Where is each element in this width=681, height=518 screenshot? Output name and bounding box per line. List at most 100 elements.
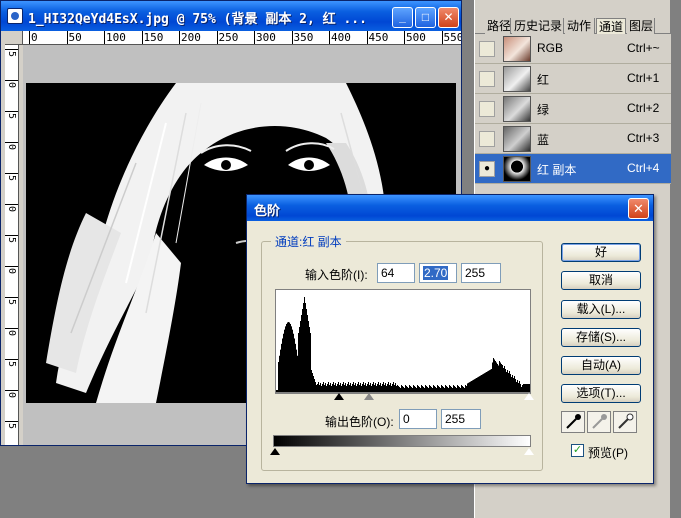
channel-row-green[interactable]: 绿 Ctrl+2	[475, 94, 671, 124]
channel-row-red[interactable]: 红 Ctrl+1	[475, 64, 671, 94]
ruler-label: 500	[406, 31, 426, 44]
histogram-bar	[484, 373, 485, 392]
histogram-bar	[377, 384, 378, 392]
input-black-field[interactable]: 64	[377, 263, 415, 283]
histogram-bar	[348, 382, 349, 392]
tab-channels[interactable]: 通道	[596, 18, 626, 34]
gray-eyedropper-icon[interactable]	[587, 411, 611, 433]
black-eyedropper-icon[interactable]	[561, 411, 585, 433]
histogram-bar	[507, 370, 508, 392]
histogram-bar	[359, 385, 360, 392]
tab-actions[interactable]: 动作	[565, 18, 595, 34]
histogram-bar	[518, 383, 519, 392]
channel-row-rgb[interactable]: RGB Ctrl+~	[475, 34, 671, 64]
tab-history[interactable]: 历史记录	[512, 18, 564, 34]
histogram-bar	[434, 386, 435, 392]
histogram-bar	[500, 362, 501, 392]
close-dialog-button[interactable]: ✕	[628, 198, 649, 219]
histogram-bar	[319, 385, 320, 392]
channel-row-red-copy[interactable]: ● 红 副本 Ctrl+4	[475, 154, 671, 184]
histogram-bar	[332, 384, 333, 392]
histogram-bar	[403, 387, 404, 392]
cancel-button[interactable]: 取消	[561, 271, 641, 290]
white-eyedropper-icon[interactable]	[613, 411, 637, 433]
tab-layers[interactable]: 图层	[627, 18, 655, 34]
histogram-bar	[335, 383, 336, 392]
ruler-label: 5	[6, 299, 17, 306]
histogram-bar	[399, 387, 400, 392]
histogram-bar	[466, 386, 467, 392]
histogram-bar	[476, 378, 477, 392]
horizontal-ruler[interactable]: 0 50 100 150 200 250 300 350 400 450 500 550	[23, 31, 461, 45]
histogram-bar	[281, 343, 282, 392]
histogram-bar	[317, 384, 318, 392]
histogram-bar	[509, 371, 510, 392]
preview-checkbox[interactable]: ✓	[571, 444, 584, 457]
input-gamma-handle[interactable]	[364, 393, 374, 400]
channel-name: 红 副本	[537, 163, 577, 177]
histogram-bar	[302, 309, 303, 392]
document-titlebar[interactable]: 1_HI32QeYd4EsX.jpg @ 75% (背景 副本 2, 红 ...…	[1, 1, 461, 31]
histogram-bar	[310, 333, 311, 392]
eye-icon[interactable]: ●	[479, 161, 495, 177]
histogram-bar	[304, 297, 305, 392]
ruler-origin[interactable]	[5, 31, 23, 45]
ruler-tick	[5, 111, 18, 112]
histogram-bar	[479, 376, 480, 392]
histogram-bar	[508, 373, 509, 392]
histogram-bar	[297, 355, 298, 392]
ruler-label: 400	[331, 31, 351, 44]
histogram-bar	[515, 379, 516, 392]
dialog-titlebar[interactable]: 色阶 ✕	[247, 195, 653, 221]
visibility-toggle[interactable]	[479, 101, 495, 117]
visibility-toggle[interactable]	[479, 71, 495, 87]
ruler-tick	[216, 31, 218, 44]
load-button[interactable]: 载入(L)...	[561, 300, 641, 319]
save-button[interactable]: 存储(S)...	[561, 328, 641, 347]
channel-thumbnail	[503, 156, 531, 182]
input-gamma-field[interactable]: 2.70	[419, 263, 457, 283]
histogram-bar	[283, 333, 284, 392]
ruler-tick	[5, 173, 18, 174]
options-button[interactable]: 选项(T)...	[561, 384, 641, 403]
histogram-bar	[478, 376, 479, 392]
ok-button[interactable]: 好	[561, 243, 641, 262]
close-document-button[interactable]: ✕	[438, 7, 459, 28]
histogram-bar	[371, 386, 372, 392]
histogram-bar	[303, 303, 304, 392]
preview-label[interactable]: 预览(P)	[588, 444, 628, 461]
channel-name: 蓝	[537, 133, 550, 147]
input-white-field[interactable]: 255	[461, 263, 501, 283]
histogram-bar	[477, 377, 478, 392]
histogram-bar	[451, 387, 452, 392]
output-black-field[interactable]: 0	[399, 409, 437, 429]
vertical-ruler[interactable]: 5 0 5 0 5 0 5 0 5 0 5 0 5	[5, 45, 19, 445]
output-white-handle[interactable]	[524, 448, 534, 455]
ruler-tick	[141, 31, 143, 44]
histogram-bar	[296, 349, 297, 392]
histogram-bar	[426, 386, 427, 392]
input-white-handle[interactable]	[524, 393, 534, 400]
minimize-button[interactable]: _	[392, 7, 413, 28]
histogram-bar	[491, 369, 492, 392]
histogram-bar	[406, 386, 407, 392]
input-slider[interactable]	[275, 393, 534, 401]
histogram-bar	[524, 384, 525, 392]
output-black-handle[interactable]	[270, 448, 280, 455]
histogram-bar	[497, 364, 498, 392]
channel-row-blue[interactable]: 蓝 Ctrl+3	[475, 124, 671, 154]
histogram-bar	[309, 327, 310, 392]
histogram-bar	[456, 388, 457, 392]
histogram-bar	[313, 376, 314, 392]
visibility-toggle[interactable]	[479, 41, 495, 57]
histogram-bar	[516, 382, 517, 392]
maximize-button[interactable]: □	[415, 7, 436, 28]
histogram-bar	[462, 386, 463, 392]
auto-button[interactable]: 自动(A)	[561, 356, 641, 375]
tab-paths[interactable]: 路径	[485, 18, 511, 34]
histogram-bar	[411, 387, 412, 392]
histogram-bar	[502, 365, 503, 392]
output-white-field[interactable]: 255	[441, 409, 481, 429]
visibility-toggle[interactable]	[479, 131, 495, 147]
input-black-handle[interactable]	[334, 393, 344, 400]
